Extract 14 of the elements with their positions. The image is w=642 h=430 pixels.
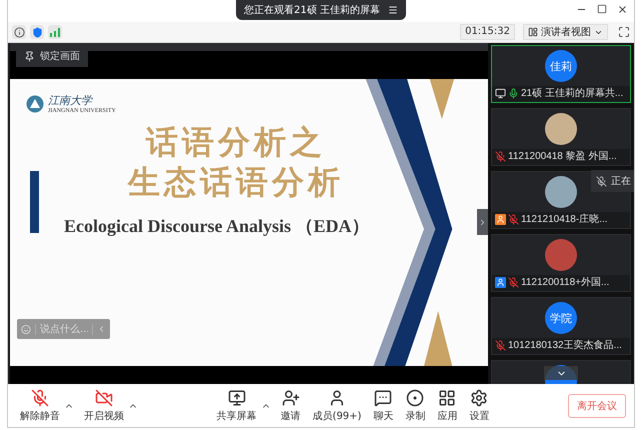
tooltip-text: 正在 (611, 175, 631, 188)
slide-subtitle: Ecological Discourse Analysis （EDA） (64, 215, 371, 238)
banner-text: 您正在观看21硕 王佳莉的屏幕 (244, 4, 380, 17)
participant-name: 21硕 王佳莉的屏幕共... (521, 88, 624, 100)
participant-name: 1121200118+外国... (521, 277, 610, 289)
meeting-timer: 01:15:32 (460, 24, 515, 40)
slide-title: 生态话语分析 (128, 162, 344, 202)
avatar: 学院 (545, 302, 577, 334)
slide-title: 话语分析之 (146, 122, 326, 162)
participant-name: 1121200418 黎盈 外国... (508, 151, 617, 163)
avatar: 佳莉 (545, 50, 577, 82)
logo-text: 江南大学 (48, 93, 94, 108)
participant-name: 1121210418-庄晓... (521, 214, 608, 226)
participant-name: 1012180132王奕杰食品... (508, 340, 622, 352)
